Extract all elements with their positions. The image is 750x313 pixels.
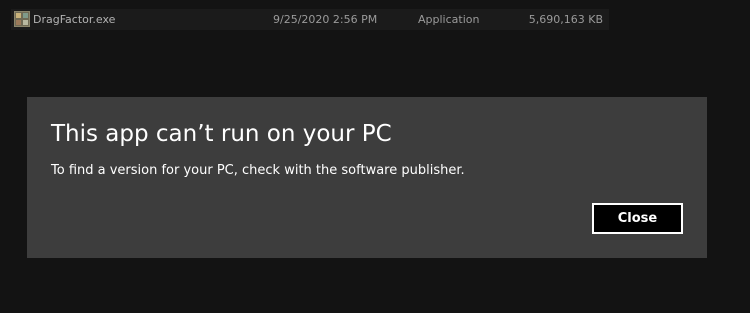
file-name: DragFactor.exe [33,13,116,26]
file-type: Application [418,13,480,26]
file-date-modified: 9/25/2020 2:56 PM [273,13,378,26]
file-size: 5,690,163 KB [528,13,603,26]
error-dialog: This app can’t run on your PC To find a … [27,97,707,258]
dialog-message: To find a version for your PC, check wit… [51,163,465,178]
close-button[interactable]: Close [592,203,683,234]
file-list-row[interactable]: DragFactor.exe 9/25/2020 2:56 PM Applica… [11,9,609,30]
application-exe-icon [14,11,30,27]
dialog-title: This app can’t run on your PC [51,121,392,147]
